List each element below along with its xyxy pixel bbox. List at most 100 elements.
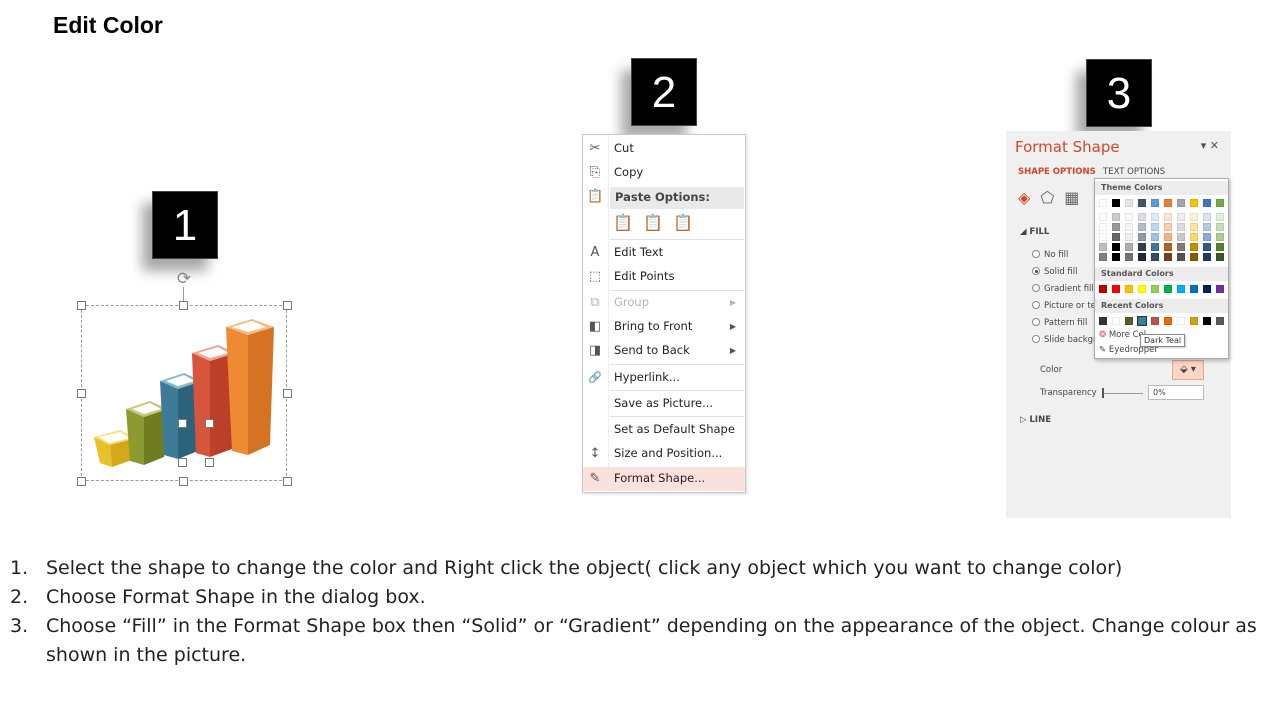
theme-color-swatch[interactable]: [1190, 233, 1198, 241]
transparency-slider-thumb[interactable]: [1102, 388, 1104, 398]
fill-section-header[interactable]: ◢ FILL: [1020, 227, 1049, 237]
theme-color-swatch[interactable]: [1125, 233, 1133, 241]
theme-color-swatch[interactable]: [1164, 213, 1172, 221]
radio-gradient-fill[interactable]: Gradient fill: [1032, 284, 1094, 294]
resize-handle[interactable]: [283, 301, 292, 310]
theme-color-swatch[interactable]: [1099, 243, 1107, 251]
theme-color-swatch[interactable]: [1177, 223, 1185, 231]
theme-color-swatch[interactable]: [1203, 213, 1211, 221]
theme-color-swatch[interactable]: [1216, 199, 1224, 207]
theme-color-swatch[interactable]: [1099, 253, 1107, 261]
theme-color-swatch[interactable]: [1112, 213, 1120, 221]
recent-color-swatch[interactable]: [1177, 317, 1185, 325]
theme-color-swatch[interactable]: [1112, 233, 1120, 241]
pane-close-controls[interactable]: ▾ ✕: [1201, 139, 1219, 152]
bar-chart-shape[interactable]: [90, 315, 280, 475]
size-properties-icon[interactable]: ▦: [1064, 188, 1079, 207]
resize-handle[interactable]: [179, 477, 188, 486]
theme-color-swatch[interactable]: [1138, 199, 1146, 207]
menu-item-cut[interactable]: ✂ Cut: [583, 137, 745, 161]
theme-color-swatch[interactable]: [1164, 243, 1172, 251]
theme-color-swatch[interactable]: [1138, 253, 1146, 261]
theme-color-swatch[interactable]: [1151, 199, 1159, 207]
theme-color-swatch[interactable]: [1216, 253, 1224, 261]
theme-color-swatch[interactable]: [1151, 213, 1159, 221]
recent-color-swatch[interactable]: [1216, 317, 1224, 325]
theme-color-swatch[interactable]: [1177, 253, 1185, 261]
line-section-header[interactable]: ▷ LINE: [1020, 415, 1051, 425]
theme-color-swatch[interactable]: [1190, 223, 1198, 231]
theme-color-swatch[interactable]: [1099, 199, 1107, 207]
bar-resize-handle[interactable]: [205, 458, 214, 467]
theme-color-swatch[interactable]: [1112, 243, 1120, 251]
theme-color-swatch[interactable]: [1164, 199, 1172, 207]
theme-color-swatch[interactable]: [1112, 199, 1120, 207]
standard-color-swatch[interactable]: [1164, 285, 1172, 293]
resize-handle[interactable]: [77, 477, 86, 486]
theme-color-swatch[interactable]: [1190, 213, 1198, 221]
theme-color-swatch[interactable]: [1151, 223, 1159, 231]
theme-color-swatch[interactable]: [1151, 233, 1159, 241]
menu-item-edit-points[interactable]: ⬚ Edit Points: [583, 265, 745, 289]
menu-item-hyperlink[interactable]: 🔗 Hyperlink...: [583, 366, 745, 390]
theme-color-swatch[interactable]: [1151, 243, 1159, 251]
theme-color-swatch[interactable]: [1125, 199, 1133, 207]
recent-color-swatch[interactable]: [1099, 317, 1107, 325]
recent-color-swatch[interactable]: [1164, 317, 1172, 325]
menu-item-edit-text[interactable]: A Edit Text: [583, 241, 745, 265]
theme-color-swatch[interactable]: [1125, 213, 1133, 221]
theme-color-swatch[interactable]: [1099, 213, 1107, 221]
recent-color-swatch[interactable]: [1125, 317, 1133, 325]
standard-color-swatch[interactable]: [1151, 285, 1159, 293]
resize-handle[interactable]: [179, 301, 188, 310]
theme-color-swatch[interactable]: [1112, 253, 1120, 261]
menu-item-size-position[interactable]: ↕ Size and Position...: [583, 442, 745, 466]
theme-color-swatch[interactable]: [1216, 233, 1224, 241]
theme-color-swatch[interactable]: [1177, 243, 1185, 251]
theme-color-swatch[interactable]: [1125, 223, 1133, 231]
radio-slide-background-fill[interactable]: Slide backgr: [1032, 335, 1097, 345]
recent-color-swatch[interactable]: [1203, 317, 1211, 325]
recent-color-swatch[interactable]: [1112, 317, 1120, 325]
theme-color-swatch[interactable]: [1099, 233, 1107, 241]
theme-color-swatch[interactable]: [1216, 243, 1224, 251]
radio-pattern-fill[interactable]: Pattern fill: [1032, 318, 1087, 328]
theme-color-swatch[interactable]: [1203, 223, 1211, 231]
menu-item-save-as-picture[interactable]: Save as Picture...: [583, 392, 745, 416]
standard-color-swatch[interactable]: [1099, 285, 1107, 293]
theme-color-swatch[interactable]: [1190, 243, 1198, 251]
standard-color-swatch[interactable]: [1190, 285, 1198, 293]
theme-color-swatch[interactable]: [1099, 223, 1107, 231]
theme-color-swatch[interactable]: [1177, 199, 1185, 207]
menu-item-send-to-back[interactable]: ◨ Send to Back ▶: [583, 339, 745, 363]
bar-resize-handle[interactable]: [178, 458, 187, 467]
theme-color-swatch[interactable]: [1177, 233, 1185, 241]
theme-color-swatch[interactable]: [1125, 253, 1133, 261]
resize-handle[interactable]: [77, 301, 86, 310]
menu-item-copy[interactable]: ⎘ Copy: [583, 161, 745, 185]
menu-item-format-shape[interactable]: ✎ Format Shape...: [583, 467, 745, 491]
theme-color-swatch[interactable]: [1203, 243, 1211, 251]
theme-color-swatch[interactable]: [1203, 199, 1211, 207]
recent-color-swatch[interactable]: [1151, 317, 1159, 325]
theme-color-swatch[interactable]: [1190, 199, 1198, 207]
effects-icon[interactable]: ⬠: [1040, 188, 1054, 207]
fill-color-button[interactable]: ⬙ ▾: [1172, 360, 1204, 380]
transparency-slider[interactable]: [1103, 393, 1143, 394]
standard-color-swatch[interactable]: [1216, 285, 1224, 293]
theme-color-swatch[interactable]: [1164, 253, 1172, 261]
radio-no-fill[interactable]: No fill: [1032, 250, 1068, 260]
standard-color-swatch[interactable]: [1177, 285, 1185, 293]
standard-color-swatch[interactable]: [1203, 285, 1211, 293]
resize-handle[interactable]: [77, 389, 86, 398]
paste-merge-format-icon[interactable]: 📋: [642, 213, 664, 237]
theme-color-swatch[interactable]: [1125, 243, 1133, 251]
theme-color-swatch[interactable]: [1216, 213, 1224, 221]
theme-color-swatch[interactable]: [1216, 223, 1224, 231]
menu-item-set-default-shape[interactable]: Set as Default Shape: [583, 418, 745, 442]
rotate-handle-icon[interactable]: ⟳: [175, 270, 193, 288]
standard-color-swatch[interactable]: [1125, 285, 1133, 293]
radio-solid-fill[interactable]: Solid fill: [1032, 267, 1078, 277]
fill-line-icon[interactable]: ◈: [1018, 188, 1030, 207]
theme-color-swatch[interactable]: [1190, 253, 1198, 261]
